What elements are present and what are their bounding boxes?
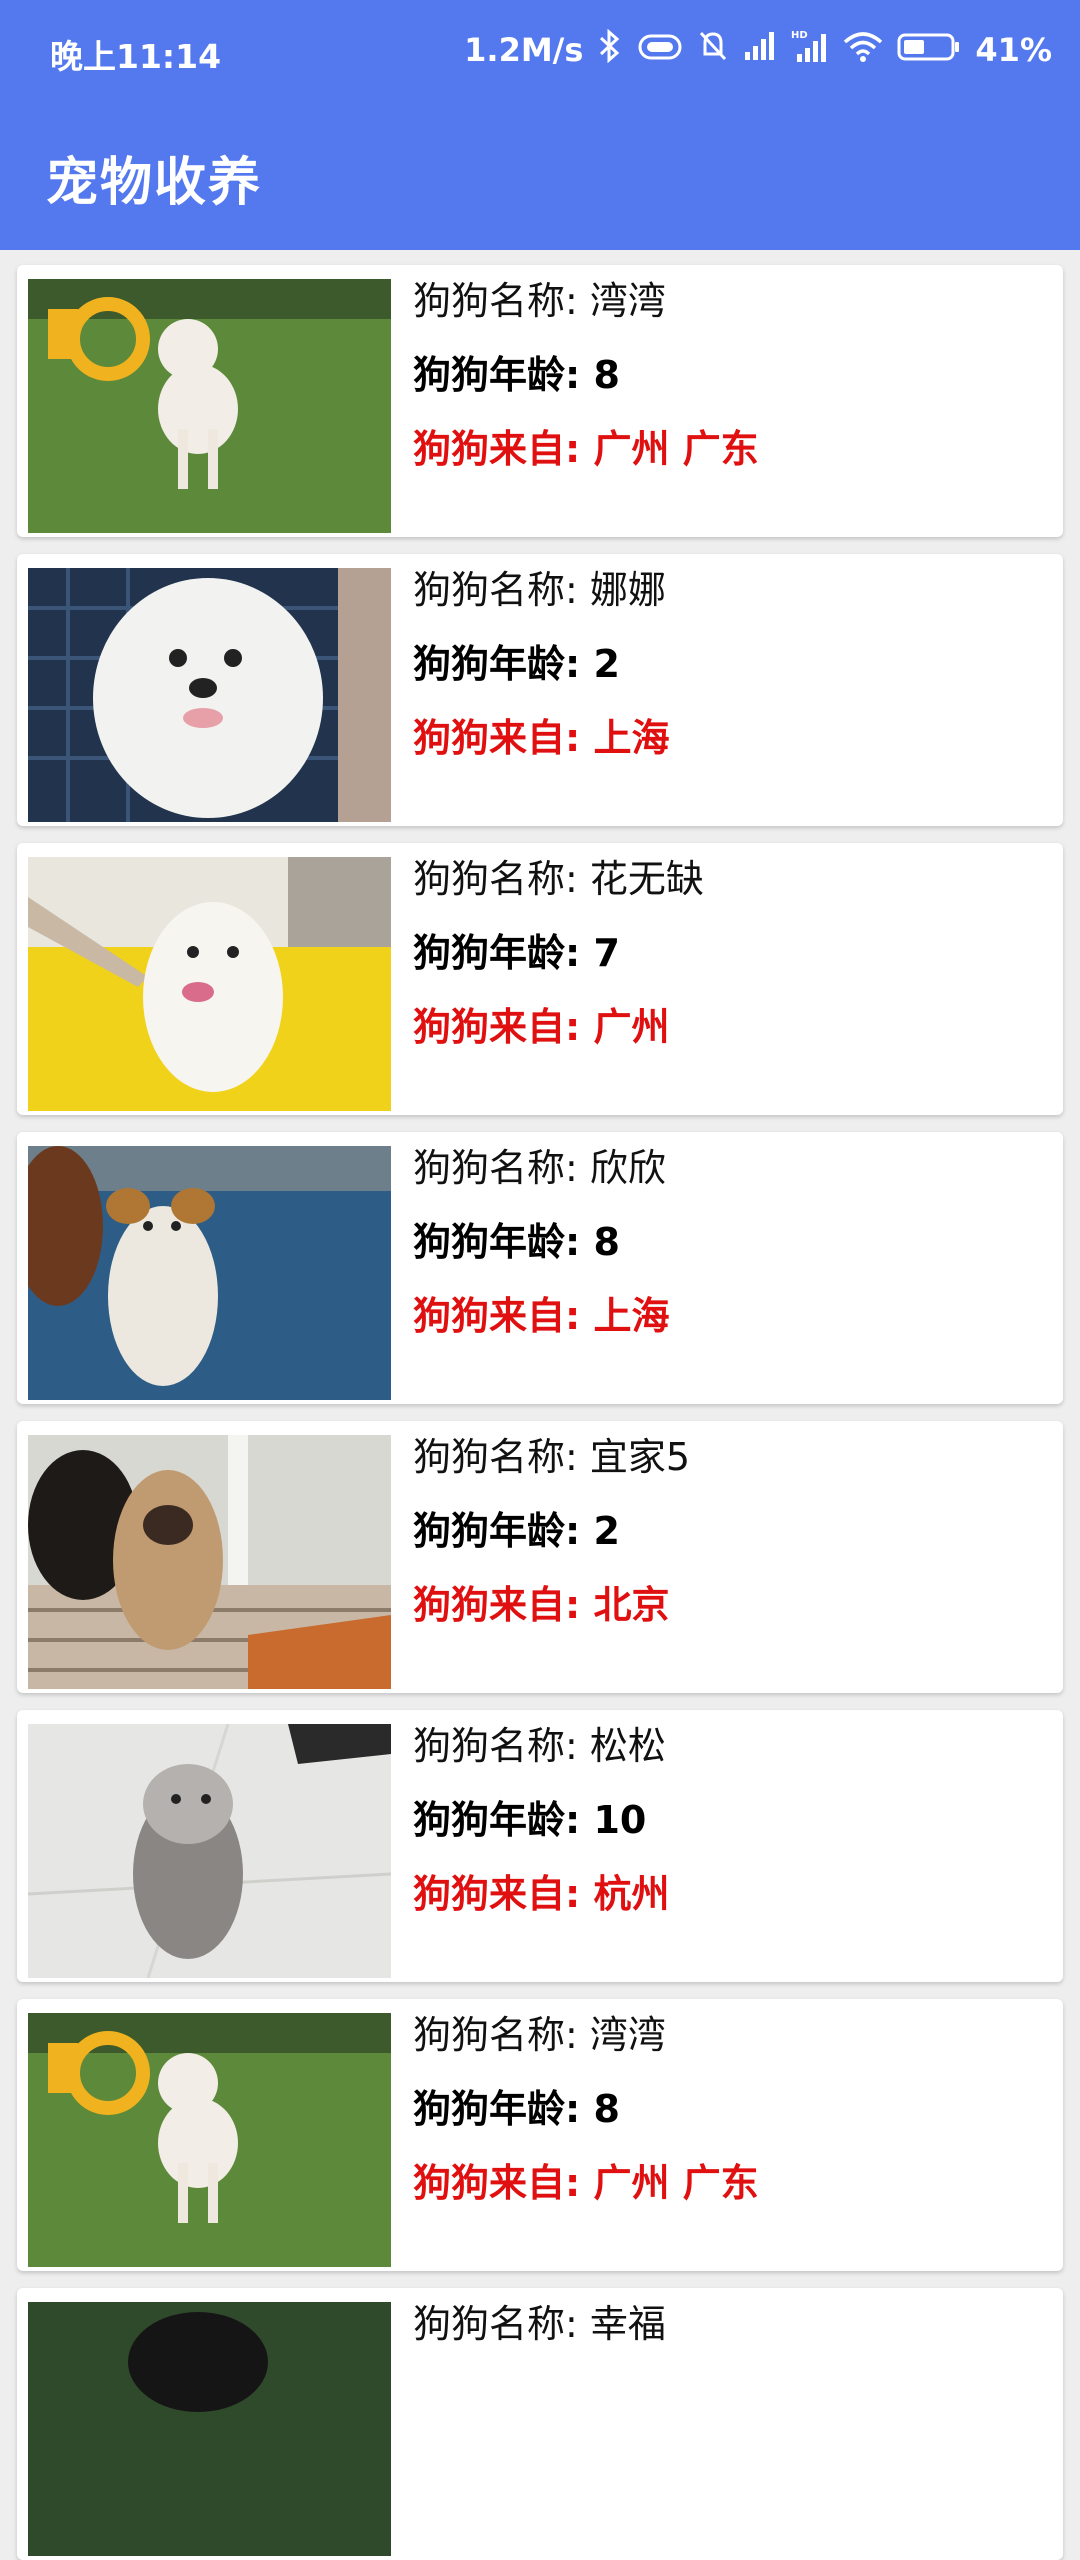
pet-age-row: 狗狗年龄: 8 <box>413 2087 620 2131</box>
pet-from-row: 狗狗来自: 广州 广东 <box>413 427 759 471</box>
pet-name: 松松 <box>589 1724 666 1768</box>
pet-photo <box>28 1724 391 1978</box>
pet-age: 2 <box>593 642 620 686</box>
pet-from-row: 狗狗来自: 上海 <box>413 1294 670 1338</box>
pet-photo <box>28 568 391 822</box>
pet-name: 幸福 <box>589 2302 666 2346</box>
pet-age: 8 <box>593 353 620 397</box>
pet-age-row: 狗狗年龄: 8 <box>413 353 620 397</box>
pet-name-row: 狗狗名称: 宜家5 <box>413 1435 691 1479</box>
pet-age: 8 <box>593 2087 620 2131</box>
svg-text:HD: HD <box>791 30 808 41</box>
pet-card[interactable]: 狗狗名称: 宜家5 狗狗年龄: 2 狗狗来自: 北京 <box>17 1421 1063 1693</box>
pet-name-row: 狗狗名称: 幸福 <box>413 2302 666 2346</box>
pet-card[interactable]: 狗狗名称: 湾湾 狗狗年龄: 8 狗狗来自: 广州 广东 <box>17 265 1063 537</box>
pet-photo <box>28 279 391 533</box>
pet-card[interactable]: 狗狗名称: 娜娜 狗狗年龄: 2 狗狗来自: 上海 <box>17 554 1063 826</box>
app-bar: 晚上11:14 1.2M/s HD 41% 宠物收养 <box>0 0 1080 250</box>
pet-from: 上海 <box>593 716 670 760</box>
pet-name: 湾湾 <box>589 2013 666 2057</box>
pet-card[interactable]: 狗狗名称: 欣欣 狗狗年龄: 8 狗狗来自: 上海 <box>17 1132 1063 1404</box>
pet-from: 广州 广东 <box>593 2161 759 2205</box>
pet-age-row: 狗狗年龄: 2 <box>413 642 620 686</box>
pet-card[interactable]: 狗狗名称: 幸福 <box>17 2288 1063 2560</box>
pet-age: 10 <box>593 1798 647 1842</box>
pet-card[interactable]: 狗狗名称: 松松 狗狗年龄: 10 狗狗来自: 杭州 <box>17 1710 1063 1982</box>
pet-card[interactable]: 狗狗名称: 花无缺 狗狗年龄: 7 狗狗来自: 广州 <box>17 843 1063 1115</box>
signal-icon <box>743 30 777 70</box>
pet-age-row: 狗狗年龄: 10 <box>413 1798 647 1842</box>
pet-age: 7 <box>593 931 620 975</box>
pet-from: 上海 <box>593 1294 670 1338</box>
status-icons: 1.2M/s HD 41% <box>464 28 1052 72</box>
bluetooth-icon <box>597 28 623 71</box>
pet-age-row: 狗狗年龄: 2 <box>413 1509 620 1553</box>
pet-card[interactable]: 狗狗名称: 湾湾 狗狗年龄: 8 狗狗来自: 广州 广东 <box>17 1999 1063 2271</box>
battery-icon <box>897 31 961 70</box>
pet-from-row: 狗狗来自: 北京 <box>413 1583 670 1627</box>
pet-photo <box>28 1435 391 1689</box>
pet-age-row: 狗狗年龄: 7 <box>413 931 620 975</box>
pet-name-row: 狗狗名称: 湾湾 <box>413 2013 666 2057</box>
pet-from-row: 狗狗来自: 杭州 <box>413 1872 670 1916</box>
pet-name: 娜娜 <box>589 568 666 612</box>
vibrate-icon <box>637 31 683 70</box>
pet-name: 花无缺 <box>589 857 704 901</box>
pet-from-row: 狗狗来自: 广州 <box>413 1005 670 1049</box>
pet-name: 湾湾 <box>589 279 666 323</box>
pet-from: 北京 <box>593 1583 670 1627</box>
wifi-icon <box>843 30 883 70</box>
hd-signal-icon: HD <box>791 28 829 72</box>
pet-name-row: 狗狗名称: 湾湾 <box>413 279 666 323</box>
mute-bell-icon <box>697 29 729 71</box>
status-bar: 晚上11:14 1.2M/s HD 41% <box>0 0 1080 100</box>
pet-name: 宜家5 <box>589 1435 691 1479</box>
pet-photo <box>28 2013 391 2267</box>
pet-from-row: 狗狗来自: 上海 <box>413 716 670 760</box>
pet-photo <box>28 857 391 1111</box>
pet-name: 欣欣 <box>589 1146 666 1190</box>
pet-from: 广州 广东 <box>593 427 759 471</box>
pet-name-row: 狗狗名称: 欣欣 <box>413 1146 666 1190</box>
battery-percent: 41% <box>975 31 1052 69</box>
status-time: 晚上11:14 <box>50 37 222 76</box>
pet-from-row: 狗狗来自: 广州 广东 <box>413 2161 759 2205</box>
pet-photo <box>28 1146 391 1400</box>
pet-from: 杭州 <box>593 1872 670 1916</box>
pet-name-row: 狗狗名称: 花无缺 <box>413 857 704 901</box>
pet-name-row: 狗狗名称: 娜娜 <box>413 568 666 612</box>
pet-name-row: 狗狗名称: 松松 <box>413 1724 666 1768</box>
network-speed: 1.2M/s <box>464 31 584 69</box>
pet-age: 2 <box>593 1509 620 1553</box>
pet-age-row: 狗狗年龄: 8 <box>413 1220 620 1264</box>
page-title: 宠物收养 <box>46 153 263 213</box>
pet-from: 广州 <box>593 1005 670 1049</box>
pet-photo <box>28 2302 391 2556</box>
pet-age: 8 <box>593 1220 620 1264</box>
